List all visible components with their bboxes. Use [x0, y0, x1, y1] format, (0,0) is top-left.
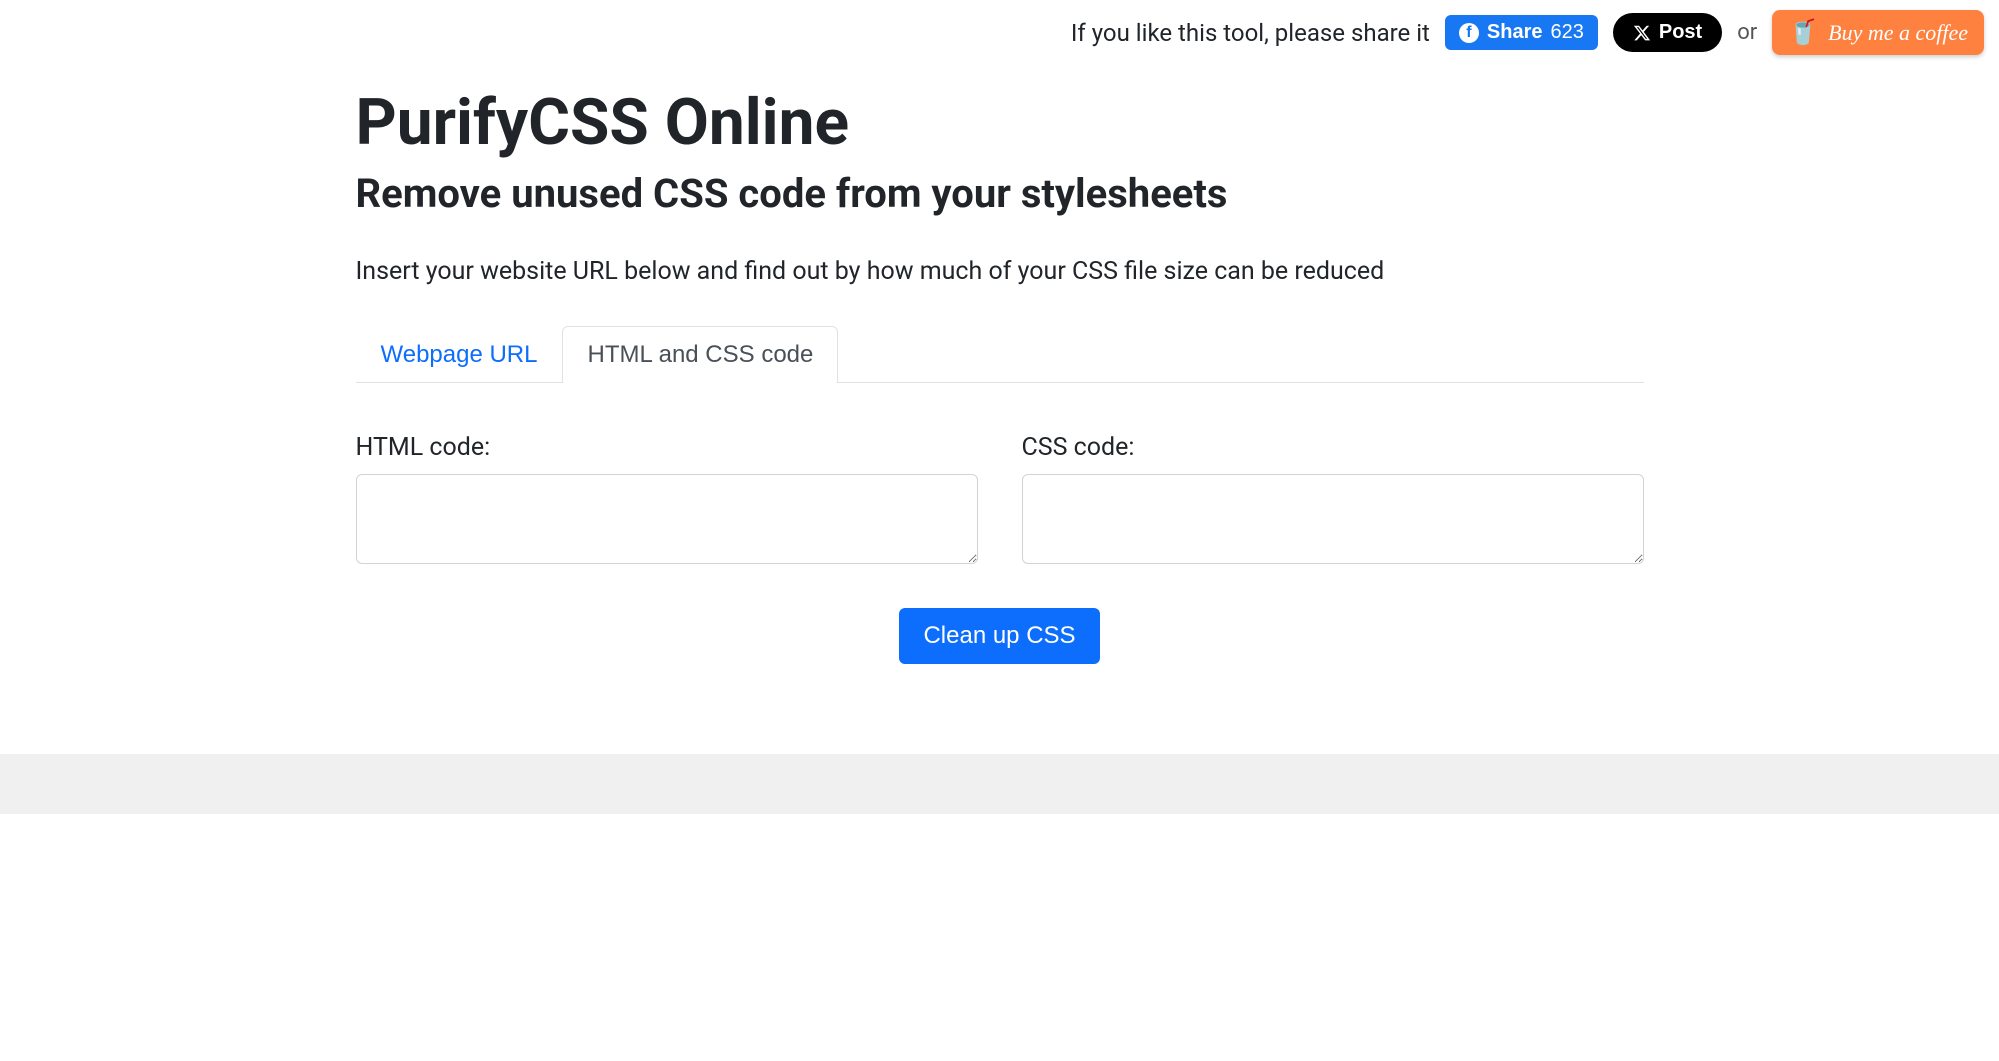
buy-me-coffee-label: Buy me a coffee — [1828, 20, 1968, 46]
page-title: PurifyCSS Online — [356, 85, 1644, 160]
css-code-column: CSS code: — [1022, 433, 1644, 568]
input-mode-tabs: Webpage URL HTML and CSS code — [356, 326, 1644, 383]
coffee-cup-icon: 🥤 — [1788, 18, 1818, 47]
page-subtitle: Remove unused CSS code from your stylesh… — [356, 170, 1644, 217]
footer-area — [0, 754, 1999, 814]
html-code-label: HTML code: — [356, 433, 978, 462]
x-post-label: Post — [1659, 21, 1702, 44]
html-code-input[interactable] — [356, 474, 978, 564]
or-separator-text: or — [1737, 20, 1757, 45]
x-icon — [1633, 24, 1651, 42]
facebook-icon: f — [1459, 23, 1479, 43]
css-code-input[interactable] — [1022, 474, 1644, 564]
main-container: PurifyCSS Online Remove unused CSS code … — [280, 85, 1720, 664]
top-share-bar: If you like this tool, please share it f… — [0, 0, 1999, 65]
clean-up-css-button[interactable]: Clean up CSS — [899, 608, 1099, 664]
facebook-share-button[interactable]: f Share 623 — [1445, 15, 1598, 50]
tab-html-css-code[interactable]: HTML and CSS code — [562, 326, 838, 383]
x-post-button[interactable]: Post — [1613, 13, 1722, 52]
code-input-row: HTML code: CSS code: — [356, 433, 1644, 568]
css-code-label: CSS code: — [1022, 433, 1644, 462]
page-description: Insert your website URL below and find o… — [356, 257, 1644, 286]
facebook-share-label: Share — [1487, 21, 1543, 44]
tab-webpage-url[interactable]: Webpage URL — [356, 326, 563, 383]
submit-row: Clean up CSS — [356, 608, 1644, 664]
share-prompt-text: If you like this tool, please share it — [1071, 19, 1430, 47]
buy-me-coffee-button[interactable]: 🥤 Buy me a coffee — [1772, 10, 1984, 55]
facebook-share-count: 623 — [1551, 21, 1584, 44]
html-code-column: HTML code: — [356, 433, 978, 568]
